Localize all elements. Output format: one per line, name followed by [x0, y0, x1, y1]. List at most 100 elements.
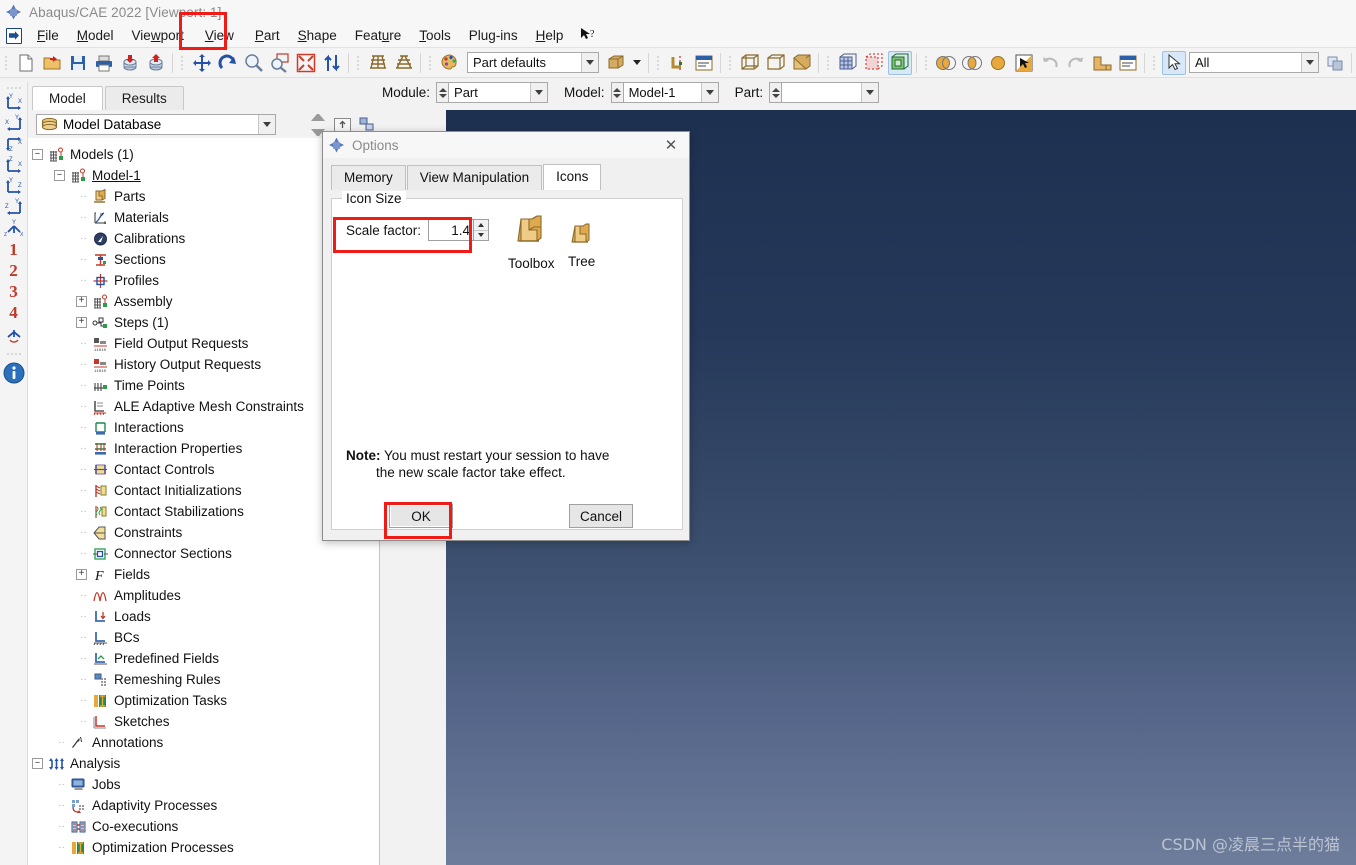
application-menu-icon[interactable]	[6, 27, 22, 44]
toolbar-grip-9[interactable]	[1151, 52, 1158, 74]
tree-item-annotations[interactable]: ·· A Annotations	[32, 732, 376, 753]
view-yx-icon[interactable]: YX	[1, 113, 27, 134]
model-stepper[interactable]	[610, 82, 623, 103]
chevron-down-icon[interactable]	[581, 53, 598, 72]
tree-item-analysis[interactable]: – Analysis	[32, 753, 376, 774]
tree-item-co-executions[interactable]: ·· Co-executions	[32, 816, 376, 837]
toolbar-grip-4[interactable]	[427, 52, 434, 74]
menu-view[interactable]: View	[193, 26, 246, 45]
toolbar-grip-3[interactable]	[355, 52, 362, 74]
menu-help[interactable]: Help	[527, 26, 573, 45]
expand-icon[interactable]: +	[76, 296, 87, 307]
saved-view-4[interactable]: 4	[1, 302, 27, 323]
selection-filter-combo[interactable]: All	[1189, 52, 1319, 73]
collapse-icon[interactable]: –	[32, 758, 43, 769]
render-beam-profiles-icon[interactable]	[604, 51, 628, 75]
expand-icon[interactable]: +	[76, 317, 87, 328]
chevron-down-icon-mdb[interactable]	[258, 115, 275, 134]
viewport-annotations-icon[interactable]	[692, 51, 716, 75]
toolbar-grip-5[interactable]	[655, 52, 662, 74]
render-overlay-1-icon[interactable]	[934, 51, 958, 75]
info-toolbar-grip[interactable]	[4, 350, 24, 358]
tree-item-loads[interactable]: ·· Loads	[32, 606, 376, 627]
tree-item-amplitudes[interactable]: ·· Amplitudes	[32, 585, 376, 606]
rotate-view-icon[interactable]	[216, 51, 240, 75]
tab-results[interactable]: Results	[104, 86, 184, 112]
collapse-icon[interactable]: –	[54, 170, 65, 181]
menu-feature[interactable]: Feature	[346, 26, 411, 45]
tab-view-manipulation[interactable]: View Manipulation	[406, 165, 543, 190]
parallel-icon[interactable]	[392, 51, 416, 75]
cancel-button[interactable]: Cancel	[569, 504, 633, 528]
menu-plugins[interactable]: Plug-ins	[460, 26, 527, 45]
tree-item-predefined-fields[interactable]: ·· Predefined Fields	[32, 648, 376, 669]
auto-fit-view-icon[interactable]	[294, 51, 318, 75]
save-model-database-icon[interactable]	[66, 51, 90, 75]
view-zy-icon[interactable]: YZ	[1, 197, 27, 218]
tree-item-remeshing-rules[interactable]: ·· Remeshing Rules	[32, 669, 376, 690]
saved-view-3[interactable]: 3	[1, 281, 27, 302]
stepper-down[interactable]	[474, 231, 488, 241]
menu-file[interactable]: File	[28, 26, 68, 45]
select-arrow-icon[interactable]	[1162, 50, 1186, 75]
tree-item-optimization-tasks[interactable]: ·· Optimization Tasks	[32, 690, 376, 711]
chevron-down-icon-part[interactable]	[861, 83, 879, 102]
ok-button[interactable]: OK	[389, 504, 453, 528]
toolbar-grip-2[interactable]	[179, 52, 186, 74]
toolbar-grip[interactable]	[3, 52, 10, 74]
module-stepper[interactable]	[436, 82, 449, 103]
render-style-dropdown-icon[interactable]	[630, 51, 644, 75]
chevron-down-icon-module[interactable]	[530, 83, 548, 102]
render-style-combo[interactable]: Part defaults	[467, 52, 599, 73]
zoom-in-icon[interactable]	[242, 51, 266, 75]
resize-icon[interactable]	[320, 51, 344, 75]
menu-shape[interactable]: Shape	[289, 26, 346, 45]
part-stepper[interactable]	[769, 82, 782, 103]
menu-viewport[interactable]: Viewport	[123, 26, 193, 45]
part-display-icon[interactable]	[1090, 51, 1114, 75]
close-icon[interactable]: ✕	[659, 134, 683, 156]
tab-icons[interactable]: Icons	[543, 164, 602, 190]
tree-item-sketches[interactable]: ·· Sketches	[32, 711, 376, 732]
module-combo[interactable]: Part	[448, 82, 549, 103]
color-palette-icon[interactable]	[438, 51, 462, 75]
toolbar-grip-7[interactable]	[825, 52, 832, 74]
undo-icon[interactable]	[1038, 51, 1062, 75]
zoom-box-icon[interactable]	[268, 51, 292, 75]
wireframe-icon[interactable]	[738, 51, 762, 75]
info-icon[interactable]	[1, 362, 27, 383]
render-overlay-2-icon[interactable]	[960, 51, 984, 75]
hidden-line-icon[interactable]	[764, 51, 788, 75]
tree-item-bcs[interactable]: ·· BCs	[32, 627, 376, 648]
view-xy-icon[interactable]: YX	[1, 92, 27, 113]
context-help-icon[interactable]: ?	[572, 25, 604, 46]
view-iso-icon[interactable]: YZ X	[1, 218, 27, 239]
highlight-icon[interactable]	[1012, 51, 1036, 75]
open-file-icon[interactable]	[40, 51, 64, 75]
tab-memory[interactable]: Memory	[331, 165, 406, 190]
tree-item-adaptivity-processes[interactable]: ·· Adaptivity Processes	[32, 795, 376, 816]
perspective-icon[interactable]	[366, 51, 390, 75]
export-model-icon[interactable]	[144, 51, 168, 75]
scale-factor-stepper[interactable]	[474, 219, 489, 241]
view-zx2-icon[interactable]: ZX	[1, 155, 27, 176]
view-yz-icon[interactable]: YZ	[1, 176, 27, 197]
tree-item-connector-sections[interactable]: ·· Connector Sections	[32, 543, 376, 564]
expand-icon[interactable]: +	[76, 569, 87, 580]
collapse-icon[interactable]: –	[32, 149, 43, 160]
saved-view-2[interactable]: 2	[1, 260, 27, 281]
print-icon[interactable]	[92, 51, 116, 75]
menu-part[interactable]: Part	[246, 26, 289, 45]
menu-model[interactable]: Model	[68, 26, 123, 45]
views-toolbar-grip[interactable]	[4, 84, 24, 92]
view-axes-icon[interactable]	[1, 323, 27, 344]
pan-view-icon[interactable]	[190, 51, 214, 75]
tab-model[interactable]: Model	[32, 86, 103, 112]
new-file-icon[interactable]	[14, 51, 38, 75]
shaded-icon[interactable]	[790, 51, 814, 75]
saved-view-1[interactable]: 1	[1, 239, 27, 260]
scale-factor-input[interactable]: 1.4	[428, 219, 474, 241]
part-combo[interactable]	[781, 82, 880, 103]
tree-item-fields[interactable]: + F Fields	[32, 564, 376, 585]
tree-item-optimization-processes[interactable]: ·· Optimization Processes	[32, 837, 376, 858]
